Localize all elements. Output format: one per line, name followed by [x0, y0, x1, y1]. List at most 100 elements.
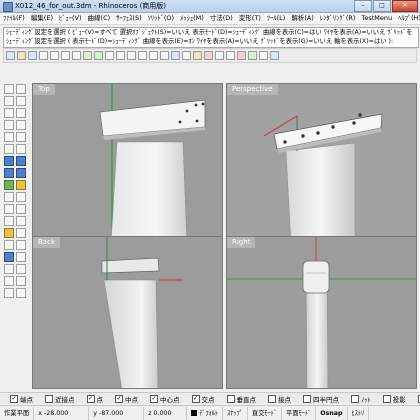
viewport-title-perspective[interactable]: Perspective	[227, 84, 278, 95]
viewport-title-right[interactable]: Right	[227, 237, 256, 248]
minimize-button[interactable]: –	[354, 0, 372, 12]
paste-icon[interactable]	[72, 51, 81, 60]
split-icon[interactable]	[16, 192, 26, 202]
four-views-icon[interactable]	[171, 51, 180, 60]
osnap-intersection-checkbox[interactable]: ✓	[191, 394, 200, 403]
scale-icon[interactable]	[16, 228, 26, 238]
polyline-icon[interactable]	[16, 96, 26, 106]
polygon-icon[interactable]	[4, 144, 14, 154]
menu-dimension[interactable]: 寸法(D)	[207, 13, 236, 24]
osnap-quad-checkbox[interactable]	[303, 394, 311, 403]
undo-icon[interactable]	[83, 51, 92, 60]
redo-icon[interactable]	[94, 51, 103, 60]
rotate-view-icon[interactable]	[116, 51, 125, 60]
ortho-toggle[interactable]: 直交ﾓｰﾄﾞ	[248, 406, 283, 420]
shade-icon[interactable]	[226, 51, 235, 60]
light-icon[interactable]	[248, 51, 257, 60]
curve-icon[interactable]	[4, 108, 14, 118]
rotate-icon[interactable]	[4, 228, 14, 238]
edit-points-icon[interactable]	[16, 288, 26, 298]
move-icon[interactable]	[4, 216, 14, 226]
trim-icon[interactable]	[4, 192, 14, 202]
osnap-center[interactable]: ✓ 中心点	[150, 394, 180, 404]
text-icon[interactable]	[16, 144, 26, 154]
ellipse-icon[interactable]	[4, 132, 14, 142]
osnap-knot[interactable]: ﾉｯﾄ	[351, 394, 371, 404]
arc-icon[interactable]	[16, 120, 26, 130]
menu-edit[interactable]: 編集(E)	[28, 13, 56, 24]
zoom-icon[interactable]	[127, 51, 136, 60]
layer-icon[interactable]	[193, 51, 202, 60]
menu-view[interactable]: ﾋﾞｭｰ(V)	[56, 13, 85, 24]
osnap-point[interactable]: ✓ 点	[86, 394, 103, 404]
analyze-icon[interactable]	[16, 252, 26, 262]
menu-curve[interactable]: 曲線(C)	[85, 13, 114, 24]
viewport-title-top[interactable]: Top	[33, 84, 55, 95]
menu-testmenu[interactable]: TestMenu	[358, 13, 395, 24]
mesh-icon[interactable]	[4, 180, 14, 190]
block-icon[interactable]	[16, 264, 26, 274]
lock-icon[interactable]	[16, 276, 26, 286]
osnap-tan-checkbox[interactable]	[268, 394, 276, 403]
box-icon[interactable]	[4, 168, 14, 178]
osnap-tan[interactable]: 接点	[268, 394, 291, 404]
dimension-icon[interactable]	[4, 252, 14, 262]
command-prompt[interactable]: ｼｪｰﾃﾞｨﾝｸﾞ設定を選択 ( 表示ﾓｰﾄﾞ(D)=ｼｪｰﾃﾞｨﾝｸﾞ 曲線を…	[4, 37, 418, 46]
menu-solid[interactable]: ｿﾘｯﾄﾞ(O)	[145, 13, 177, 24]
menu-tools[interactable]: ﾂｰﾙ(L)	[264, 13, 288, 24]
menu-transform[interactable]: 変形(T)	[236, 13, 264, 24]
options-icon[interactable]	[259, 51, 268, 60]
line-icon[interactable]	[4, 96, 14, 106]
osnap-toggle[interactable]: Osnap	[316, 406, 348, 420]
copy-object-icon[interactable]	[16, 216, 26, 226]
planar-toggle[interactable]: 平面ﾓｰﾄﾞ	[282, 406, 317, 420]
surface-icon[interactable]	[4, 156, 14, 166]
fillet-icon[interactable]	[16, 180, 26, 190]
explode-icon[interactable]	[16, 204, 26, 214]
print-icon[interactable]	[39, 51, 48, 60]
osnap-mid[interactable]: ✓ 中点	[115, 394, 138, 404]
viewport-perspective[interactable]: Perspective	[226, 83, 417, 243]
menu-file[interactable]: ﾌｧｲﾙ(F)	[0, 13, 28, 24]
plane-surface-icon[interactable]	[16, 156, 26, 166]
osnap-near[interactable]: 近接点	[45, 394, 75, 404]
menu-mesh[interactable]: ﾒｯｼｭ(M)	[177, 13, 207, 24]
solid-extrude-icon[interactable]	[16, 168, 26, 178]
cut-icon[interactable]	[50, 51, 59, 60]
osnap-mid-checkbox[interactable]: ✓	[115, 394, 123, 403]
osnap-quad[interactable]: 四半円点	[303, 394, 339, 404]
zoom-extents-icon[interactable]	[149, 51, 158, 60]
pan-icon[interactable]	[105, 51, 114, 60]
new-file-icon[interactable]	[6, 51, 15, 60]
menu-surface[interactable]: ｻｰﾌｪｽ(S)	[113, 13, 144, 24]
osnap-project[interactable]: 投影	[382, 394, 406, 404]
viewport-title-back[interactable]: Back	[33, 237, 60, 248]
select-arrow-icon[interactable]	[4, 84, 14, 94]
menu-analyze[interactable]: 解析(A)	[288, 13, 317, 24]
osnap-perp[interactable]: 垂直点	[226, 394, 256, 404]
hide-icon[interactable]	[4, 276, 14, 286]
osnap-near-checkbox[interactable]	[45, 394, 53, 403]
rectangle-icon[interactable]	[16, 132, 26, 142]
circle-icon[interactable]	[4, 120, 14, 130]
osnap-intersection[interactable]: ✓ 交点	[191, 394, 215, 404]
join-icon[interactable]	[4, 204, 14, 214]
zoom-selected-icon[interactable]	[160, 51, 169, 60]
osnap-point-checkbox[interactable]: ✓	[86, 394, 95, 403]
copy-icon[interactable]	[61, 51, 70, 60]
mirror-icon[interactable]	[4, 240, 14, 250]
osnap-perp-checkbox[interactable]	[226, 394, 235, 403]
properties-icon[interactable]	[204, 51, 213, 60]
cplane-icon[interactable]	[182, 51, 191, 60]
osnap-knot-checkbox[interactable]	[351, 394, 359, 403]
osnap-project-checkbox[interactable]	[382, 394, 391, 403]
viewport-top[interactable]: Top	[32, 83, 223, 243]
menu-render[interactable]: ﾚﾝﾀﾞﾘﾝｸﾞ(R)	[317, 13, 359, 24]
freeform-curve-icon[interactable]	[16, 108, 26, 118]
render-icon[interactable]	[237, 51, 246, 60]
open-file-icon[interactable]	[17, 51, 26, 60]
group-icon[interactable]	[4, 264, 14, 274]
array-icon[interactable]	[16, 240, 26, 250]
close-button[interactable]: ✕	[392, 0, 418, 12]
history-toggle[interactable]: ﾋｽﾄﾘ	[348, 406, 370, 420]
